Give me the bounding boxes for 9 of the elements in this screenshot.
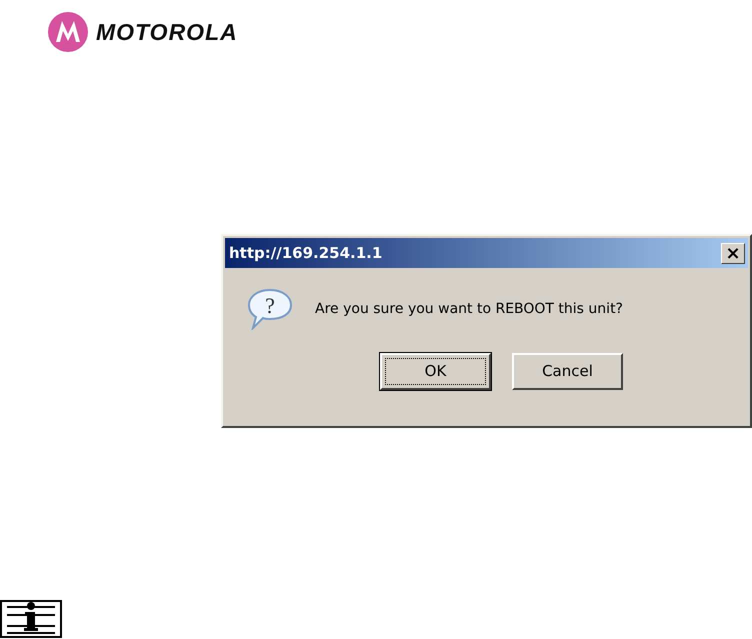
dialog-button[interactable]: OK xyxy=(380,353,491,390)
logo-icon xyxy=(48,12,88,52)
close-button[interactable]: × xyxy=(721,242,745,264)
question-bubble-icon: ? xyxy=(247,288,293,330)
dialog-message: Are you sure you want to REBOOT this unit? xyxy=(315,300,623,318)
dialog-button[interactable]: Cancel xyxy=(512,353,623,390)
info-note-icon xyxy=(0,600,62,638)
logo-text: MOTOROLA xyxy=(96,18,238,47)
window-title: http://169.254.1.1 xyxy=(229,242,382,264)
